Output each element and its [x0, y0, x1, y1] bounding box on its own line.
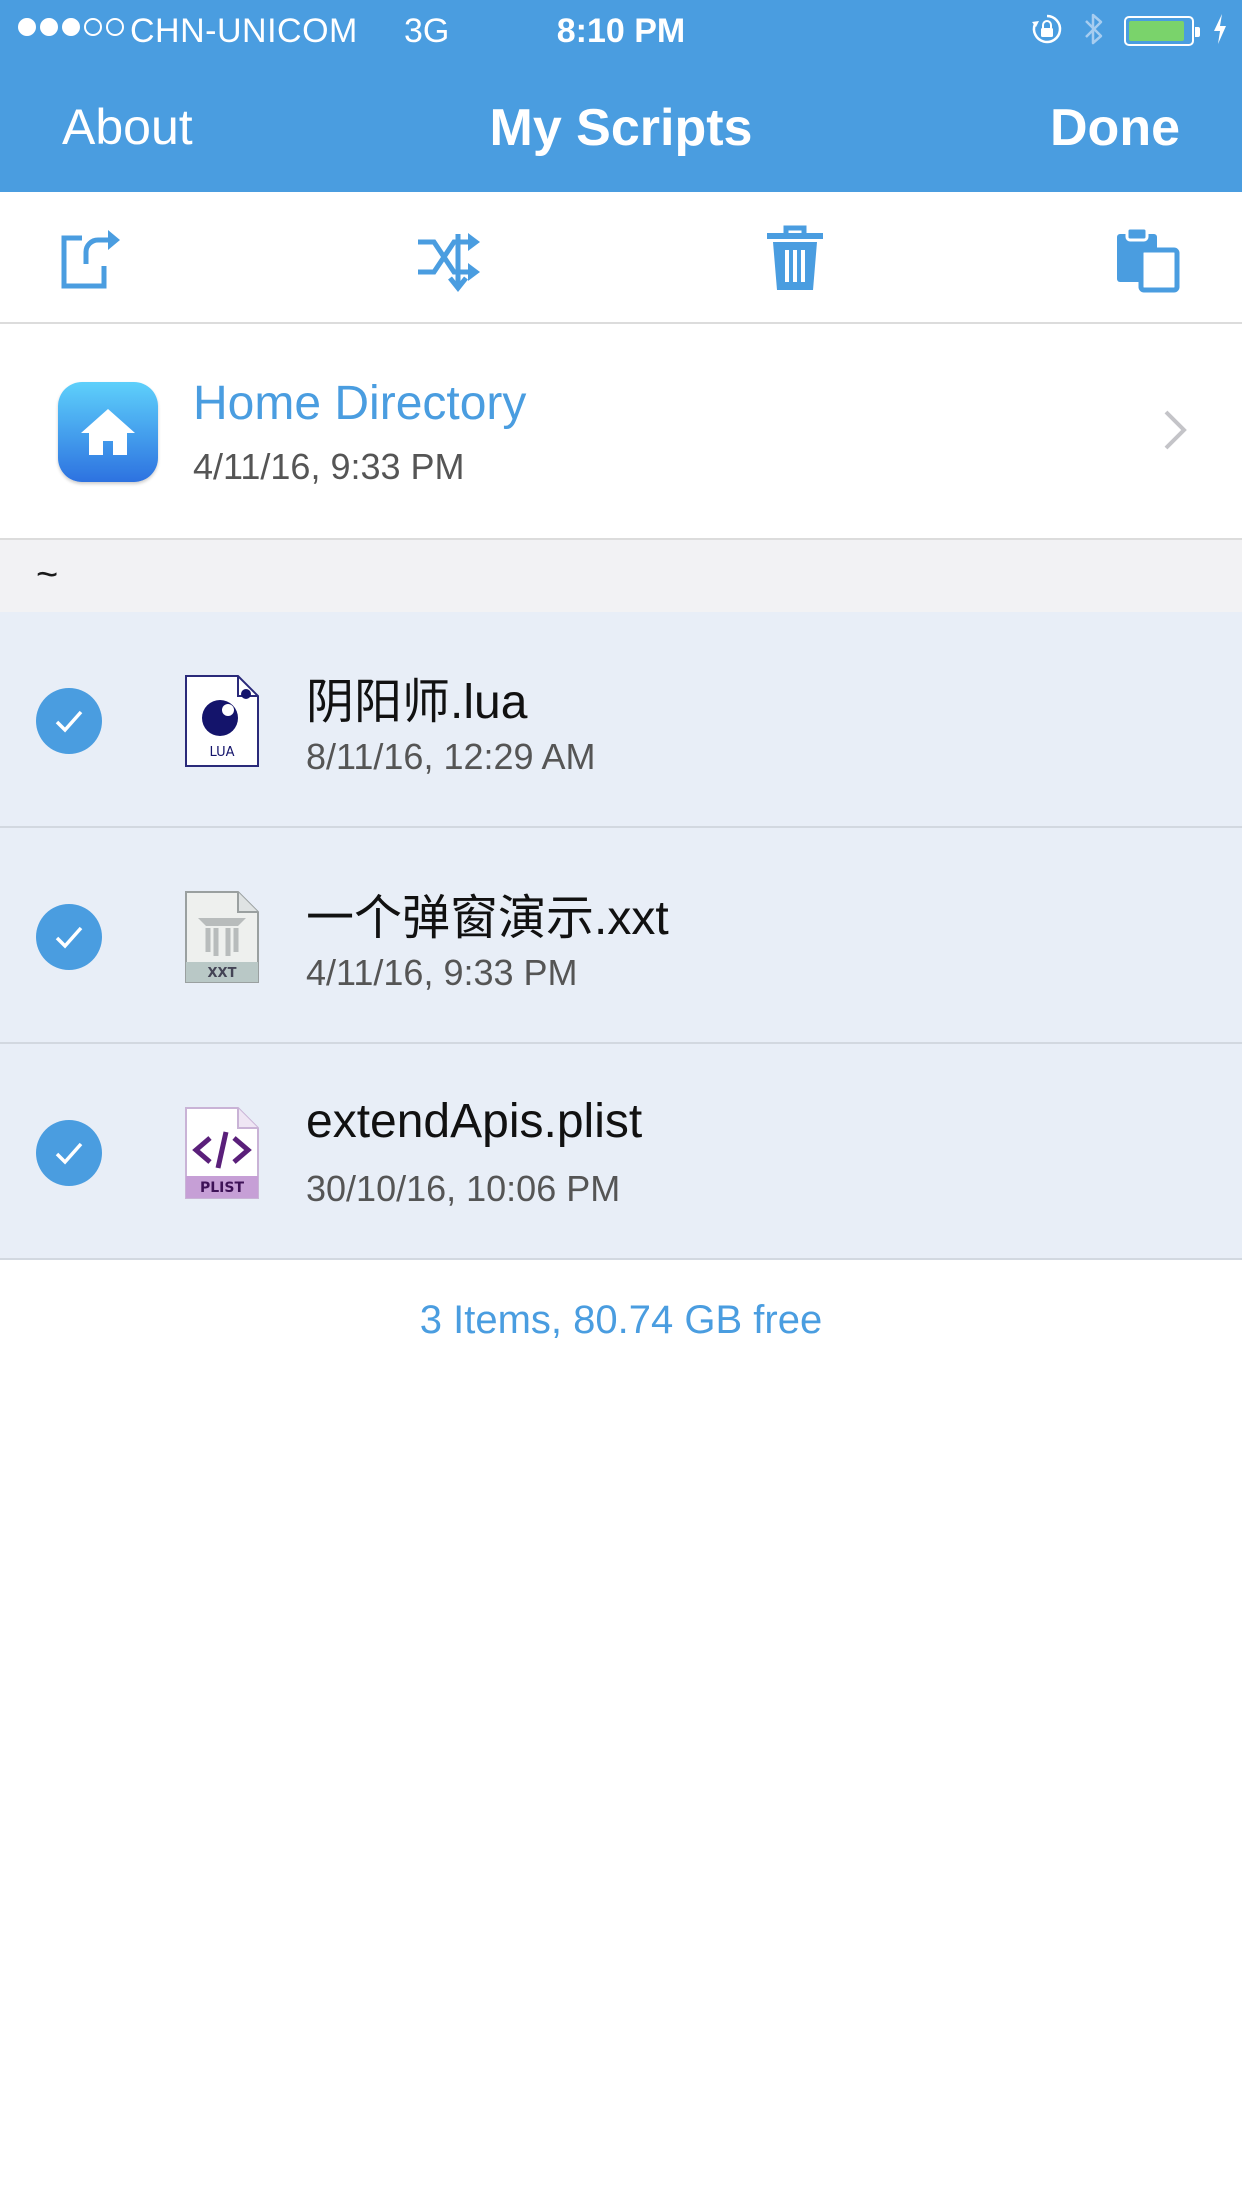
svg-text:PLIST: PLIST [200, 1180, 244, 1196]
file-name: extendApis.plist [306, 1095, 643, 1148]
rotation-lock-icon [1030, 12, 1064, 51]
svg-text:XXT: XXT [208, 966, 237, 981]
home-directory-row[interactable]: Home Directory 4/11/16, 9:33 PM [0, 324, 1242, 540]
file-date: 4/11/16, 9:33 PM [306, 952, 578, 993]
trash-icon[interactable] [759, 222, 831, 294]
share-icon[interactable] [52, 222, 124, 294]
bluetooth-icon [1082, 11, 1106, 52]
status-bar: CHN-UNICOM 3G 8:10 PM [0, 0, 1242, 62]
paste-icon[interactable] [1111, 222, 1183, 294]
home-icon [58, 382, 158, 482]
xxt-file-icon: XXT [184, 890, 260, 984]
checkmark-icon[interactable] [36, 1120, 102, 1186]
chevron-right-icon [1162, 408, 1188, 457]
file-row-xxt[interactable]: XXT 一个弹窗演示.xxt 4/11/16, 9:33 PM [0, 828, 1242, 1044]
file-name: 一个弹窗演示.xxt [306, 892, 669, 945]
home-directory-date: 4/11/16, 9:33 PM [193, 446, 465, 487]
file-row-lua[interactable]: LUA 阴阳师.lua 8/11/16, 12:29 AM [0, 612, 1242, 828]
charging-bolt-icon [1212, 13, 1228, 49]
checkmark-icon[interactable] [36, 688, 102, 754]
about-button[interactable]: About [62, 98, 193, 156]
section-title: ~ [36, 554, 59, 596]
svg-text:LUA: LUA [209, 745, 234, 760]
file-name: 阴阳师.lua [306, 676, 528, 729]
home-directory-title: Home Directory [193, 377, 527, 430]
plist-file-icon: PLIST [184, 1106, 260, 1200]
battery-icon [1124, 16, 1200, 46]
navigation-bar: About My Scripts Done [0, 62, 1242, 192]
section-header: ~ [0, 540, 1242, 612]
file-date: 30/10/16, 10:06 PM [306, 1168, 621, 1209]
file-row-plist[interactable]: PLIST extendApis.plist 30/10/16, 10:06 P… [0, 1044, 1242, 1260]
file-date: 8/11/16, 12:29 AM [306, 736, 596, 777]
done-button[interactable]: Done [1050, 98, 1180, 158]
lua-file-icon: LUA [184, 674, 260, 768]
storage-summary: 3 Items, 80.74 GB free [419, 1298, 823, 1342]
edit-toolbar [0, 192, 1242, 324]
shuffle-icon[interactable] [412, 222, 484, 294]
checkmark-icon[interactable] [36, 904, 102, 970]
